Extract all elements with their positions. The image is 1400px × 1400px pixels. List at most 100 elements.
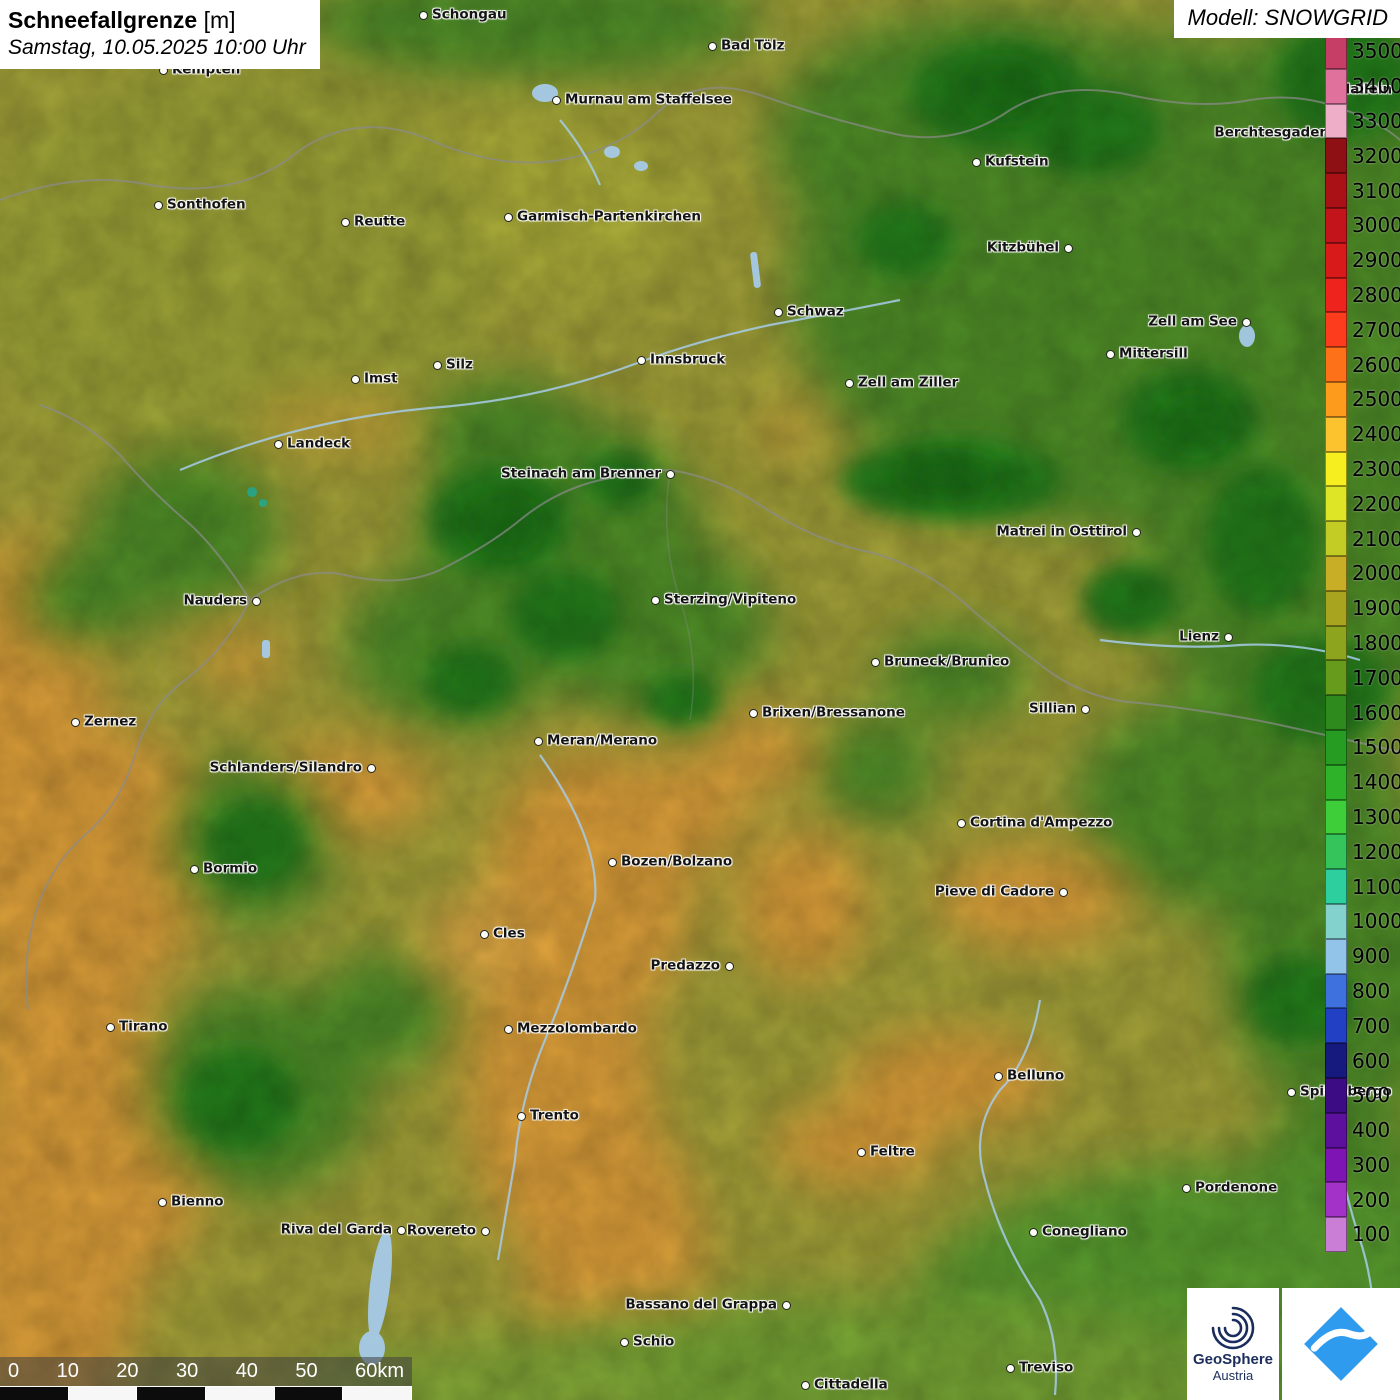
city-label: Trento <box>530 1108 579 1124</box>
legend-swatch <box>1325 1043 1347 1078</box>
scalebar-labels: 0102030405060km <box>0 1360 412 1386</box>
city-dot-icon <box>972 158 981 167</box>
legend-swatch <box>1325 104 1347 139</box>
scalebar-segment <box>137 1387 206 1400</box>
legend-value: 700 <box>1347 1014 1400 1038</box>
scalebar-label: 60km <box>355 1360 404 1383</box>
legend-row: 2500 <box>1325 382 1400 417</box>
scalebar-label: 0 <box>8 1360 19 1383</box>
city-dot-icon <box>1287 1088 1296 1097</box>
legend-row: 3300 <box>1325 104 1400 139</box>
city-dot-icon <box>708 42 717 51</box>
legend-value: 2000 <box>1347 561 1400 585</box>
legend-value: 800 <box>1347 979 1400 1003</box>
legend-row: 1900 <box>1325 591 1400 626</box>
city-dot-icon <box>480 930 489 939</box>
legend-swatch <box>1325 138 1347 173</box>
city-dot-icon <box>725 962 734 971</box>
scalebar-segment <box>343 1387 412 1400</box>
city-label: Riva del Garda <box>281 1222 392 1238</box>
legend-swatch <box>1325 69 1347 104</box>
legend-row: 800 <box>1325 974 1400 1009</box>
legend-value: 2900 <box>1347 248 1400 272</box>
legend-value: 3500 <box>1347 39 1400 63</box>
city-label: Kitzbühel <box>987 240 1059 256</box>
scalebar-label: 10 <box>57 1360 79 1383</box>
city-label: Conegliano <box>1042 1224 1127 1240</box>
city-label: Zell am Ziller <box>858 375 958 391</box>
city-label: Cittadella <box>814 1377 888 1393</box>
blue-diamond-icon <box>1298 1301 1384 1387</box>
legend-swatch <box>1325 765 1347 800</box>
legend-row: 300 <box>1325 1148 1400 1183</box>
legend-value: 3400 <box>1347 74 1400 98</box>
legend-value: 300 <box>1347 1153 1400 1177</box>
geosphere-logo-subtext: Austria <box>1213 1369 1253 1383</box>
legend-value: 500 <box>1347 1083 1400 1107</box>
legend-swatch <box>1325 626 1347 661</box>
scale-bar: 0102030405060km <box>0 1357 412 1400</box>
city-label: Schongau <box>432 7 507 23</box>
legend-swatch <box>1325 1148 1347 1183</box>
city-label: Schwaz <box>787 304 844 320</box>
legend: 3500340033003200310030002900280027002600… <box>1325 34 1400 1252</box>
legend-swatch <box>1325 1078 1347 1113</box>
city-label: Kufstein <box>985 154 1049 170</box>
legend-swatch <box>1325 800 1347 835</box>
model-label: Modell: SNOWGRID <box>1174 0 1400 38</box>
legend-swatch <box>1325 660 1347 695</box>
legend-row: 1500 <box>1325 730 1400 765</box>
city-dot-icon <box>1029 1228 1038 1237</box>
city-dot-icon <box>504 213 513 222</box>
city-layer: SchongauBad TölzKemptenMurnau am Staffel… <box>0 0 1400 1400</box>
legend-value: 2400 <box>1347 422 1400 446</box>
city-dot-icon <box>552 96 561 105</box>
legend-row: 100 <box>1325 1217 1400 1252</box>
city-label: Nauders <box>183 593 247 609</box>
city-label: Landeck <box>287 436 350 452</box>
map-title: Schneefallgrenze <box>8 7 197 33</box>
scalebar-label: 20 <box>116 1360 138 1383</box>
legend-row: 2800 <box>1325 278 1400 313</box>
city-dot-icon <box>274 440 283 449</box>
legend-swatch <box>1325 312 1347 347</box>
city-dot-icon <box>158 1198 167 1207</box>
city-dot-icon <box>1132 528 1141 537</box>
legend-value: 1200 <box>1347 840 1400 864</box>
legend-row: 2200 <box>1325 486 1400 521</box>
geosphere-logo-text: GeoSphere <box>1193 1352 1273 1369</box>
city-label: Matrei in Osttirol <box>996 524 1127 540</box>
legend-row: 600 <box>1325 1043 1400 1078</box>
scalebar-segment <box>275 1387 344 1400</box>
city-label: Feltre <box>870 1144 915 1160</box>
city-label: Tirano <box>119 1019 168 1035</box>
city-dot-icon <box>1081 705 1090 714</box>
city-label: Sonthofen <box>167 197 246 213</box>
legend-value: 2200 <box>1347 492 1400 516</box>
scalebar-bar <box>0 1386 412 1400</box>
city-label: Rovereto <box>407 1223 476 1239</box>
city-dot-icon <box>433 361 442 370</box>
legend-swatch <box>1325 1008 1347 1043</box>
legend-row: 1100 <box>1325 869 1400 904</box>
city-label: Schlanders/Silandro <box>210 760 362 776</box>
legend-value: 3300 <box>1347 109 1400 133</box>
city-dot-icon <box>1182 1184 1191 1193</box>
legend-row: 1600 <box>1325 695 1400 730</box>
city-dot-icon <box>106 1023 115 1032</box>
legend-swatch <box>1325 521 1347 556</box>
legend-swatch <box>1325 939 1347 974</box>
legend-value: 100 <box>1347 1222 1400 1246</box>
city-dot-icon <box>190 865 199 874</box>
legend-swatch <box>1325 730 1347 765</box>
legend-swatch <box>1325 486 1347 521</box>
city-label: Brixen/Bressanone <box>762 705 905 721</box>
city-dot-icon <box>871 658 880 667</box>
partner-logo <box>1282 1288 1400 1400</box>
city-dot-icon <box>620 1338 629 1347</box>
legend-row: 3500 <box>1325 34 1400 69</box>
geosphere-logo: GeoSphere Austria <box>1187 1288 1279 1400</box>
city-label: Garmisch-Partenkirchen <box>517 209 701 225</box>
legend-swatch <box>1325 556 1347 591</box>
city-label: Schio <box>633 1334 674 1350</box>
